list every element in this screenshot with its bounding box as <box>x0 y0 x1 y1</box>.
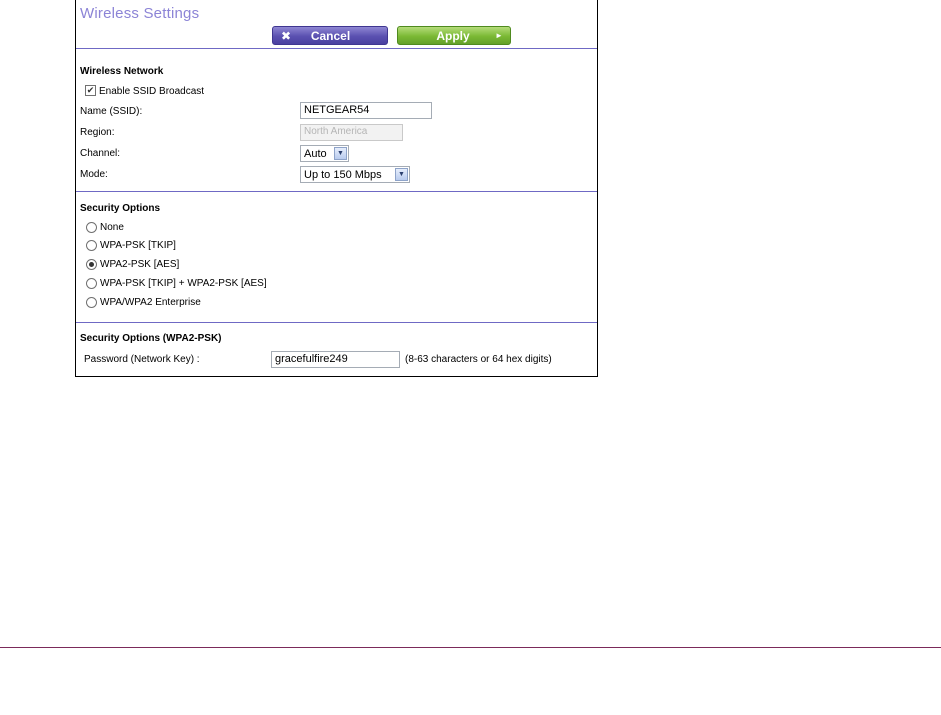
mode-value: Up to 150 Mbps <box>304 168 382 181</box>
cancel-button[interactable]: ✖ Cancel <box>272 26 388 45</box>
divider <box>76 322 597 323</box>
region-select: North America <box>300 124 403 141</box>
password-label: Password (Network Key) : <box>84 354 200 365</box>
channel-select[interactable]: Auto ▼ <box>300 145 349 162</box>
radio-wpa-psk-tkip-label: WPA-PSK [TKIP] <box>100 240 176 251</box>
radio-wpa-wpa2-mixed-label: WPA-PSK [TKIP] + WPA2-PSK [AES] <box>100 278 267 289</box>
radio-wpa-psk-tkip[interactable] <box>86 240 97 251</box>
mode-select[interactable]: Up to 150 Mbps ▼ <box>300 166 410 183</box>
divider <box>76 48 597 49</box>
page-title: Wireless Settings <box>80 5 200 22</box>
apply-button-label: Apply <box>436 28 470 43</box>
security-options-heading: Security Options <box>80 203 161 214</box>
channel-value: Auto <box>304 147 327 160</box>
radio-wpa-wpa2-mixed[interactable] <box>86 278 97 289</box>
radio-wpa2-psk-aes[interactable] <box>86 259 97 270</box>
channel-label: Channel: <box>80 148 121 159</box>
apply-button[interactable]: Apply ► <box>397 26 511 45</box>
enable-ssid-checkbox[interactable]: ✔ <box>85 85 96 96</box>
chevron-down-icon: ▼ <box>395 168 408 181</box>
footer-rule <box>0 647 941 648</box>
radio-none-label: None <box>100 222 124 233</box>
arrow-right-icon: ► <box>495 31 503 40</box>
ssid-label: Name (SSID): <box>80 106 143 117</box>
chevron-down-icon: ▼ <box>334 147 347 160</box>
wpa2-psk-heading: Security Options (WPA2-PSK) <box>80 333 222 344</box>
radio-wpa2-psk-aes-label: WPA2-PSK [AES] <box>100 259 180 270</box>
divider <box>76 191 597 192</box>
ssid-input[interactable]: NETGEAR54 <box>300 102 432 119</box>
radio-none[interactable] <box>86 222 97 233</box>
mode-label: Mode: <box>80 169 108 180</box>
checkmark-icon: ✔ <box>86 85 95 95</box>
cancel-button-label: Cancel <box>310 28 351 43</box>
radio-selected-dot <box>89 262 94 267</box>
radio-wpa-enterprise-label: WPA/WPA2 Enterprise <box>100 297 201 308</box>
wireless-settings-panel: Wireless Settings ✖ Cancel Apply ► Wirel… <box>75 0 598 377</box>
radio-wpa-enterprise[interactable] <box>86 297 97 308</box>
password-hint: (8-63 characters or 64 hex digits) <box>405 354 552 365</box>
region-label: Region: <box>80 127 115 138</box>
password-input[interactable]: gracefulfire249 <box>271 351 400 368</box>
enable-ssid-label: Enable SSID Broadcast <box>99 86 205 97</box>
close-icon: ✖ <box>280 28 292 43</box>
wireless-network-heading: Wireless Network <box>80 66 164 77</box>
